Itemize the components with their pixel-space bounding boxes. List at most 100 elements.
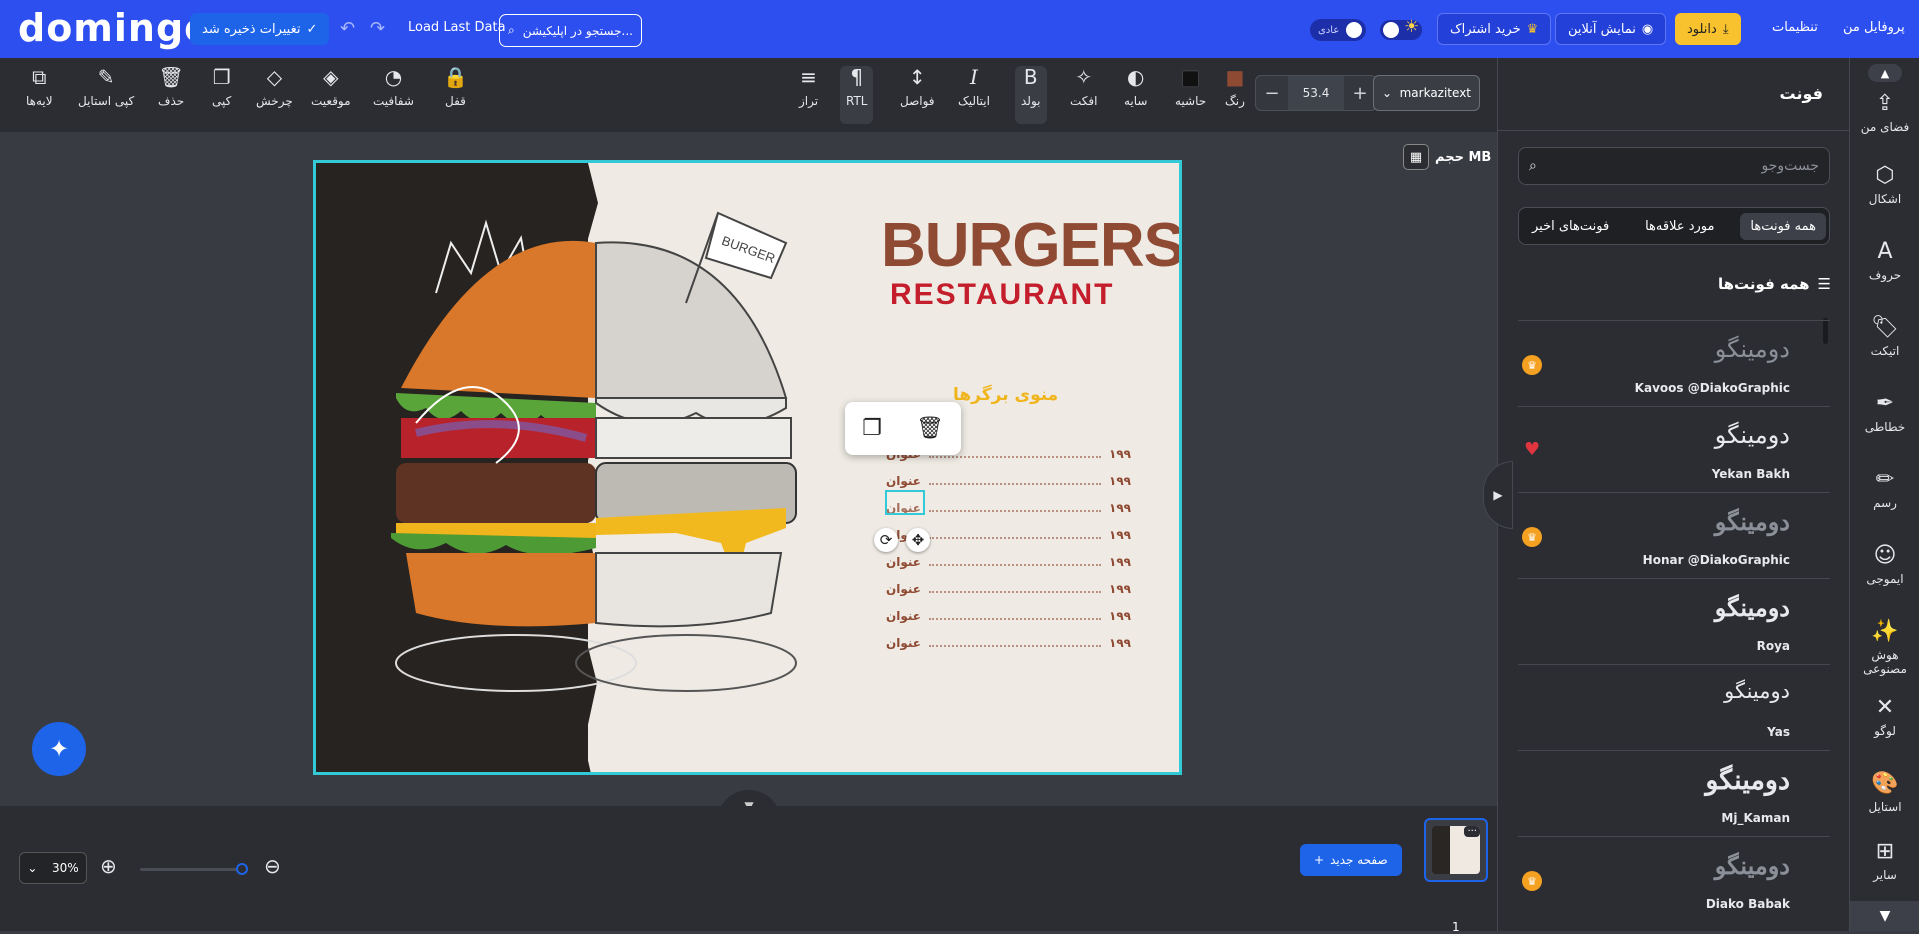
zoom-slider[interactable] — [140, 868, 242, 871]
redo-icon[interactable]: ↷ — [370, 18, 385, 39]
rail-item-shapes[interactable]: ⬡ اشکال — [1850, 164, 1919, 207]
rail-item-ai[interactable]: ✨ هوش مصنوعی — [1850, 619, 1919, 677]
rail-item-my-space[interactable]: ⇪ فضای من — [1850, 92, 1919, 135]
lock-tool[interactable]: 🔒 قفل — [443, 66, 468, 108]
list-icon[interactable]: ☰ — [1818, 275, 1831, 293]
rtl-tool[interactable]: ¶ RTL — [840, 66, 874, 124]
menu-item-price: ۱۹۹ — [1109, 501, 1131, 515]
rail-item-logo[interactable]: ✕ لوگو — [1850, 696, 1919, 739]
menu-row[interactable]: عنوان ۱۹۹ — [886, 582, 1131, 596]
rotate-tool[interactable]: ◇ چرخش — [256, 66, 293, 108]
rail-item-stickers[interactable]: 🏷 اتیکت — [1850, 316, 1919, 359]
rail-item-draw[interactable]: ✏ رسم — [1850, 468, 1919, 511]
effect-tool[interactable]: ✧ افکت — [1070, 66, 1097, 108]
decrease-size-button[interactable]: − — [1256, 83, 1288, 104]
font-item[interactable]: ♛ دومینگو Kavoos @DiakoGraphic — [1518, 320, 1830, 406]
menu-item-price: ۱۹۹ — [1109, 636, 1131, 650]
theme-mode-toggle[interactable]: عادی — [1310, 19, 1366, 41]
zoom-slider-handle[interactable] — [236, 863, 248, 875]
rail-item-more[interactable]: ⊞ سایر — [1850, 840, 1919, 883]
design-page[interactable]: BURGER BURGERS RESTAURANT منوی برگرها عن… — [313, 160, 1182, 775]
font-size-stepper[interactable]: − 53.4 + — [1255, 75, 1377, 111]
page-thumbnail[interactable]: ··· — [1424, 818, 1488, 882]
font-search-input[interactable]: ⌕ جست‌وجو — [1518, 147, 1830, 185]
calculator-icon[interactable]: ▦ — [1403, 144, 1429, 170]
zoom-in-icon[interactable]: ⊕ — [100, 854, 117, 878]
save-status-button[interactable]: تغییرات ذخیره شد ✓ — [190, 13, 330, 45]
menu-title[interactable]: منوی برگرها — [953, 385, 1058, 405]
font-family-select[interactable]: ⌄ markazitext — [1373, 75, 1480, 111]
duplicate-icon[interactable]: ❐ — [862, 416, 882, 441]
text-icon: A — [1877, 239, 1893, 264]
align-tool[interactable]: ≡ تراز — [799, 66, 818, 108]
all-fonts-heading: همه فونت‌ها ☰ — [1718, 275, 1831, 293]
increase-size-button[interactable]: + — [1344, 83, 1376, 104]
settings-link[interactable]: تنظیمات — [1772, 20, 1818, 35]
app-search-input[interactable]: ⌕ جستجو در اپلیکیشن... — [499, 14, 642, 47]
zoom-select[interactable]: ⌄ 30% — [19, 852, 87, 884]
scroll-up-icon[interactable]: ▲ — [1868, 64, 1902, 82]
tab-recent-fonts[interactable]: فونت‌های اخیر — [1522, 213, 1619, 240]
menu-row[interactable]: عنوان ۱۹۹ — [886, 474, 1131, 488]
zoom-out-icon[interactable]: ⊖ — [264, 854, 281, 878]
tool-label: رنگ — [1225, 94, 1245, 108]
font-item[interactable]: دومینگو Roya — [1518, 578, 1830, 664]
subscribe-label: خرید اشتراک — [1450, 21, 1521, 37]
font-item[interactable]: دومینگو Yas — [1518, 664, 1830, 750]
more-options-icon[interactable]: ··· — [1464, 826, 1480, 837]
menu-row[interactable]: عنوان ۱۹۹ — [886, 555, 1131, 569]
layers-tool[interactable]: ⧉ لایه‌ها — [26, 66, 53, 108]
bold-tool[interactable]: B بولد — [1015, 66, 1047, 124]
file-size-label: حجم MB — [1435, 149, 1492, 165]
delete-tool[interactable]: 🗑 حذف — [158, 66, 184, 108]
brush-icon: ✎ — [97, 65, 115, 89]
tab-all-fonts[interactable]: همه فونت‌ها — [1740, 212, 1826, 240]
tool-label: کپی استایل — [78, 94, 135, 108]
copy-style-tool[interactable]: ✎ کپی استایل — [78, 66, 134, 108]
shadow-tool[interactable]: ◐ سایه — [1124, 66, 1147, 108]
spacing-tool[interactable]: ↕ فواصل — [900, 66, 935, 108]
color-tool[interactable]: ■ رنگ — [1225, 66, 1245, 108]
title-burgers[interactable]: BURGERS — [881, 215, 1179, 277]
font-item[interactable]: دومینگو Mj_Kaman — [1518, 750, 1830, 836]
load-last-data-button[interactable]: Load Last Data — [408, 20, 506, 35]
live-preview-button[interactable]: نمایش آنلاین ◉ — [1555, 13, 1667, 45]
border-tool[interactable]: ■ حاشیه — [1175, 66, 1206, 108]
sparkle-icon: ✨ — [1871, 619, 1899, 644]
scroll-down-icon[interactable]: ▼ — [1850, 901, 1919, 931]
color-swatch-icon: ■ — [1225, 65, 1245, 89]
trash-icon[interactable]: 🗑 — [916, 416, 944, 441]
app-logo[interactable]: domingo — [18, 8, 211, 48]
subscribe-button[interactable]: خرید اشتراک ♛ — [1437, 13, 1552, 45]
profile-link[interactable]: پروفایل من — [1843, 20, 1905, 35]
rotate-handle-icon[interactable]: ⟳ — [874, 528, 898, 552]
undo-icon[interactable]: ↶ — [340, 18, 355, 39]
font-item[interactable]: ♛ دومینگو Honar @DiakoGraphic — [1518, 492, 1830, 578]
font-item[interactable]: ♛ دومینگو Diako Babak — [1518, 836, 1830, 916]
font-item[interactable]: ♥ دومینگو Yekan Bakh — [1518, 406, 1830, 492]
magic-wand-button[interactable]: ✦ — [32, 722, 86, 776]
tab-favorite-fonts[interactable]: مورد علاقه‌ها — [1635, 213, 1724, 240]
position-tool[interactable]: ◈ موقعیت — [311, 66, 351, 108]
selected-text-frame[interactable] — [885, 490, 925, 515]
title-restaurant[interactable]: RESTAURANT — [890, 278, 1114, 312]
heart-icon[interactable]: ♥ — [1524, 439, 1540, 460]
new-page-button[interactable]: + صفحه جدید — [1300, 844, 1402, 876]
feather-icon: ✒ — [1875, 391, 1895, 416]
opacity-tool[interactable]: ◔ شفافیت — [373, 66, 414, 108]
copy-tool[interactable]: ❐ کپی — [212, 66, 231, 108]
rail-item-style[interactable]: 🎨 استایل — [1850, 772, 1919, 815]
rail-item-text[interactable]: A حروف — [1850, 239, 1919, 283]
italic-tool[interactable]: I ایتالیک — [958, 66, 990, 108]
font-size-value[interactable]: 53.4 — [1288, 76, 1344, 110]
tool-label: تراز — [799, 94, 819, 108]
move-handle-icon[interactable]: ✥ — [906, 528, 930, 552]
element-context-popup: ❐ 🗑 — [845, 402, 961, 455]
rail-item-emoji[interactable]: ☺ ایموجی — [1850, 544, 1919, 587]
divider — [1498, 130, 1850, 131]
font-sample: دومینگو — [1714, 507, 1790, 536]
download-button[interactable]: دانلود ⤓ — [1675, 13, 1741, 45]
menu-row[interactable]: عنوان ۱۹۹ — [886, 636, 1131, 650]
menu-row[interactable]: عنوان ۱۹۹ — [886, 609, 1131, 623]
rail-item-calligraphy[interactable]: ✒ خطاطی — [1850, 391, 1919, 435]
